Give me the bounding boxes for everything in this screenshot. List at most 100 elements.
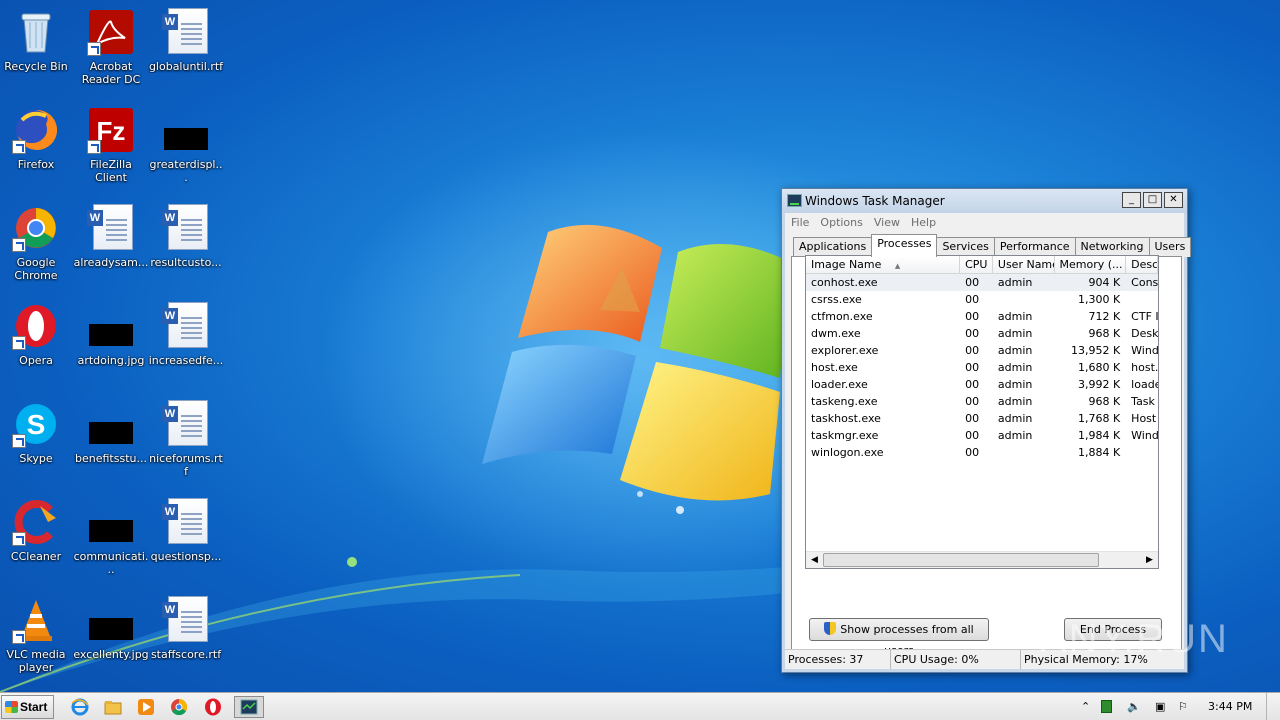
desktop-icon-globaluntil[interactable]: W globaluntil.rtf: [147, 4, 225, 94]
close-button[interactable]: ✕: [1164, 192, 1183, 208]
table-row[interactable]: explorer.exe 00 admin 13,952 K Wind: [806, 342, 1158, 359]
desktop-icon-label: Acrobat Reader DC: [81, 60, 141, 86]
process-cell-user: [993, 291, 1055, 308]
table-row[interactable]: taskeng.exe 00 admin 968 K Task: [806, 393, 1158, 410]
tab-applications[interactable]: Applications: [793, 237, 873, 257]
desktop-icon-alreadysam[interactable]: W alreadysam...: [72, 200, 150, 290]
table-row[interactable]: ctfmon.exe 00 admin 712 K CTF I: [806, 308, 1158, 325]
network-status-icon[interactable]: [1101, 700, 1112, 713]
desktop-icon-excellenty[interactable]: excellenty.jpg: [72, 592, 150, 682]
menu-help[interactable]: Help: [911, 216, 936, 229]
taskbar-internet-explorer[interactable]: [68, 696, 92, 718]
desktop-icon-recycle-bin[interactable]: Recycle Bin: [0, 4, 75, 94]
word-document-icon: W: [162, 204, 210, 252]
taskbar-opera[interactable]: [201, 696, 225, 718]
table-row[interactable]: winlogon.exe 00 1,884 K: [806, 444, 1158, 461]
show-all-processes-button[interactable]: Show processes from all users: [809, 618, 989, 657]
desktop-icon-questionsp[interactable]: W questionsp...: [147, 494, 225, 584]
process-cell-name: host.exe: [811, 361, 858, 374]
show-desktop-button[interactable]: [1266, 693, 1280, 720]
menu-file[interactable]: File: [791, 216, 809, 229]
scroll-left-arrow-icon[interactable]: ◀: [806, 552, 823, 568]
desktop-icon-skype[interactable]: S Skype: [0, 396, 75, 486]
table-row[interactable]: taskmgr.exe 00 admin 1,984 K Wind: [806, 427, 1158, 444]
shortcut-arrow-icon: [12, 238, 26, 252]
desktop-icon-artdoing[interactable]: artdoing.jpg: [72, 298, 150, 388]
desktop-icon-label: Google Chrome: [14, 256, 58, 282]
desktop-icon-acrobat[interactable]: Acrobat Reader DC: [72, 4, 150, 94]
process-cell-cpu: 00: [965, 293, 980, 306]
window-titlebar[interactable]: Windows Task Manager _ □ ✕: [782, 189, 1187, 213]
word-document-icon: W: [162, 8, 210, 56]
process-cell-name: taskmgr.exe: [811, 429, 879, 442]
desktop-icon-increasedfe[interactable]: W increasedfe...: [147, 298, 225, 388]
word-document-icon: W: [162, 596, 210, 644]
shortcut-arrow-icon: [12, 336, 26, 350]
scroll-right-arrow-icon[interactable]: ▶: [1141, 552, 1158, 568]
process-rows: conhost.exe 00 admin 904 K Cons csrss.exe 00 1,…: [806, 274, 1158, 461]
menu-options[interactable]: Options: [820, 216, 862, 229]
table-row[interactable]: host.exe 00 admin 1,680 K host.: [806, 359, 1158, 376]
process-cell-user: admin: [997, 361, 1033, 374]
task-manager-window: Windows Task Manager _ □ ✕ File Options …: [781, 188, 1192, 673]
show-hidden-icons-chevron-icon[interactable]: ⌃: [1081, 698, 1090, 716]
desktop-icon-niceforums[interactable]: W niceforums.rtf: [147, 396, 225, 486]
scrollbar-thumb[interactable]: [823, 553, 1099, 567]
taskbar-task-manager[interactable]: [234, 696, 264, 718]
display-icon[interactable]: ▣: [1155, 698, 1165, 716]
firefox-icon: [12, 106, 60, 154]
column-header-image-name[interactable]: Image Name ▲: [806, 256, 961, 273]
maximize-button[interactable]: □: [1143, 192, 1162, 208]
column-header-user-name[interactable]: User Name: [993, 256, 1055, 273]
desktop-icon-vlc[interactable]: VLC media player: [0, 592, 75, 682]
minimize-button[interactable]: _: [1122, 192, 1141, 208]
column-header-cpu[interactable]: CPU: [960, 256, 993, 273]
desktop-icon-opera[interactable]: Opera: [0, 298, 75, 388]
acrobat-icon: [87, 8, 135, 56]
process-cell-mem: 1,768 K: [1077, 412, 1121, 425]
table-row[interactable]: taskhost.exe 00 admin 1,768 K Host: [806, 410, 1158, 427]
tab-performance[interactable]: Performance: [993, 237, 1076, 257]
desktop-icon-firefox[interactable]: Firefox: [0, 102, 75, 192]
desktop-icon-filezilla[interactable]: Fz FileZilla Client: [72, 102, 150, 192]
start-button[interactable]: Start: [1, 695, 54, 719]
tab-users[interactable]: Users: [1148, 237, 1192, 257]
taskbar-clock[interactable]: 3:44 PM: [1208, 700, 1252, 713]
desktop-icon-resultcusto[interactable]: W resultcusto...: [147, 200, 225, 290]
menu-view[interactable]: View: [874, 216, 900, 229]
desktop-icon-ccleaner[interactable]: CCleaner: [0, 494, 75, 584]
process-list: Image Name ▲ CPU User Name Memory (... D…: [805, 255, 1159, 569]
desktop-icon-chrome[interactable]: Google Chrome: [0, 200, 75, 290]
tab-services[interactable]: Services: [936, 237, 995, 257]
tab-processes[interactable]: Processes: [871, 234, 938, 257]
desktop-icon-benefitsstu[interactable]: benefitsstu...: [72, 396, 150, 486]
image-thumbnail-icon: [87, 596, 135, 644]
column-header-memory[interactable]: Memory (...: [1055, 256, 1127, 273]
desktop-icon-staffscore[interactable]: W staffscore.rtf: [147, 592, 225, 682]
desktop-icon-greaterdispl[interactable]: greaterdispl...: [147, 102, 225, 192]
internet-explorer-icon: [71, 698, 89, 716]
opera-icon: [205, 698, 221, 716]
process-cell-user: admin: [997, 344, 1033, 357]
column-header-description[interactable]: Desc: [1126, 256, 1158, 273]
taskbar-file-explorer[interactable]: [101, 696, 125, 718]
horizontal-scrollbar[interactable]: ◀ ▶: [806, 551, 1158, 568]
process-cell-name: taskeng.exe: [811, 395, 878, 408]
table-row[interactable]: loader.exe 00 admin 3,992 K loade: [806, 376, 1158, 393]
taskbar-chrome[interactable]: [167, 696, 191, 718]
table-row[interactable]: dwm.exe 00 admin 968 K Desk: [806, 325, 1158, 342]
desktop-icon-label: greaterdispl...: [149, 158, 223, 184]
process-cell-name: ctfmon.exe: [811, 310, 873, 323]
desktop-icon-label: globaluntil.rtf: [148, 60, 224, 73]
taskbar-media-player[interactable]: [134, 696, 158, 718]
volume-icon[interactable]: 🔈: [1127, 698, 1141, 716]
desktop-icon-communicati[interactable]: communicati...: [72, 494, 150, 584]
window-body: File Options View Help Applications Proc…: [785, 213, 1192, 669]
action-center-flag-icon[interactable]: ⚐: [1178, 698, 1188, 716]
tab-networking[interactable]: Networking: [1074, 237, 1150, 257]
process-cell-desc: [1126, 291, 1158, 308]
table-row[interactable]: csrss.exe 00 1,300 K: [806, 291, 1158, 308]
process-cell-user: admin: [997, 327, 1033, 340]
table-row[interactable]: conhost.exe 00 admin 904 K Cons: [806, 274, 1158, 291]
image-thumbnail-icon: [87, 498, 135, 546]
